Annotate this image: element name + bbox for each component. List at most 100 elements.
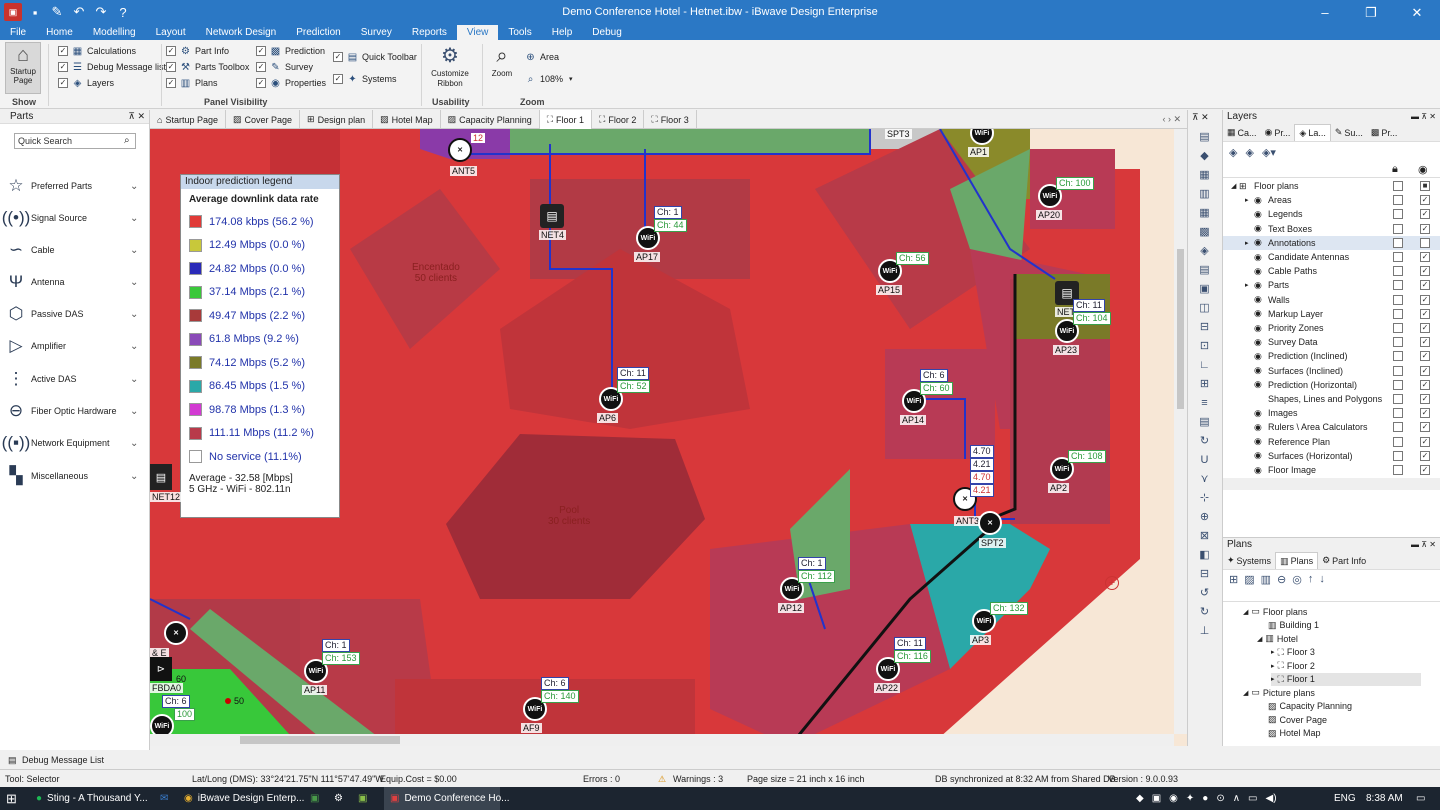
layer-row[interactable]: ◉ Prediction (Inclined) ✓ [1223, 349, 1440, 363]
toolbar-tool-icon[interactable]: ◧ [1197, 548, 1213, 562]
layer-visible-checkbox[interactable]: ✓ [1420, 252, 1430, 262]
layer-lock-checkbox[interactable] [1393, 280, 1403, 291]
toolbar-tool-icon[interactable]: ⊞ [1197, 377, 1213, 391]
restore-icon[interactable]: ❐ [1348, 0, 1394, 25]
taskbar-app-icon[interactable]: ▣ [352, 787, 373, 810]
layer-row[interactable]: ▸ ◉ Areas ✓ [1223, 193, 1440, 207]
layer-lock-checkbox[interactable] [1393, 450, 1403, 461]
tab-cover-page[interactable]: ▨ Cover Page [226, 110, 301, 129]
tab-hotel-map[interactable]: ▨ Hotel Map [373, 110, 441, 129]
plan-tree-item[interactable]: ▸ ⛶ Floor 2 [1271, 659, 1315, 673]
expand-icon[interactable]: ◢ [1243, 689, 1248, 697]
customize-ribbon-button[interactable]: ⚙ Customize Ribbon [428, 43, 472, 89]
menu-debug[interactable]: Debug [582, 25, 631, 40]
settings-icon[interactable]: ◎ [1292, 573, 1302, 586]
toolbar-tool-icon[interactable]: ▦ [1197, 168, 1213, 182]
parts-category-preferred[interactable]: ☆ Preferred Parts ⌄ [4, 173, 144, 199]
minimize-icon[interactable]: – [1302, 0, 1348, 25]
tab-startup-page[interactable]: ⌂ Startup Page [150, 110, 226, 129]
plan-tree-item[interactable]: ▸ ⛶ Floor 3 [1271, 646, 1315, 660]
pin-icon[interactable]: ⊼ ✕ [128, 111, 145, 122]
system-tray[interactable]: ◆ ▣ ◉ ✦ ● ⊙ ∧ ▭ ◀) [1130, 787, 1283, 810]
tab-design-plan[interactable]: ⊞ Design plan [300, 110, 374, 129]
toolbar-tool-icon[interactable]: ⊠ [1197, 529, 1213, 543]
layer-visible-checkbox[interactable]: ✓ [1420, 379, 1430, 390]
tab-survey[interactable]: ✎ Su... [1331, 124, 1367, 141]
toggle-quick-toolbar[interactable]: ✓ ▤ Quick Toolbar [333, 49, 417, 65]
layer-visible-checkbox[interactable]: ✓ [1420, 195, 1430, 206]
layer-visible-checkbox[interactable]: ✓ [1420, 280, 1430, 291]
toolbar-tool-icon[interactable]: ↻ [1197, 605, 1213, 619]
toolbar-tool-icon[interactable]: ⊡ [1197, 339, 1213, 353]
menu-reports[interactable]: Reports [402, 25, 457, 40]
toolbar-tool-icon[interactable]: ◈ [1197, 244, 1213, 258]
taskbar-outlook-icon[interactable]: ✉ [154, 787, 174, 810]
layer-lock-checkbox[interactable] [1393, 195, 1403, 206]
layer-visible-checkbox[interactable]: ✓ [1420, 294, 1430, 305]
layer-visible-checkbox[interactable]: ✓ [1420, 450, 1430, 461]
taskbar-item-spotify[interactable]: ● Sting - A Thousand Y... [30, 787, 152, 810]
fbda-icon[interactable]: ⊳ [150, 657, 172, 681]
layer-visible-checkbox[interactable]: ✓ [1420, 351, 1430, 362]
debug-message-list[interactable]: ▤ Debug Message List [0, 752, 1440, 769]
toolbar-tool-icon[interactable]: ▣ [1197, 282, 1213, 296]
startup-page-button[interactable]: ⌂ Startup Page [5, 42, 41, 94]
parts-category-signal-source[interactable]: ((•)) Signal Source ⌄ [2, 205, 144, 231]
toolbar-tool-icon[interactable]: ⊥ [1197, 624, 1213, 638]
layer-row[interactable]: ◉ Prediction (Horizontal) ✓ [1223, 378, 1440, 392]
layer-row[interactable]: ◉ Text Boxes ✓ [1223, 222, 1440, 236]
plan-tree-item[interactable]: ▨ Capacity Planning [1265, 700, 1352, 714]
layer-row[interactable]: Shapes, Lines and Polygons ✓ [1223, 392, 1440, 406]
expand-icon[interactable]: ◢ [1257, 635, 1262, 643]
layer-lock-checkbox[interactable] [1393, 237, 1403, 248]
toolbar-tool-icon[interactable]: ▤ [1197, 263, 1213, 277]
windows-start-icon[interactable]: ⊞ [0, 787, 30, 810]
layer-row[interactable]: ◉ Images ✓ [1223, 406, 1440, 420]
tab-layers[interactable]: ◈ La... [1294, 124, 1331, 141]
tab-prediction[interactable]: ▩ Pr... [1367, 124, 1402, 141]
toolbar-tool-icon[interactable]: ⊟ [1197, 320, 1213, 334]
layer-row[interactable]: ◉ Surfaces (Horizontal) ✓ [1223, 449, 1440, 463]
antenna-icon[interactable]: ✕ [448, 138, 472, 162]
toolbar-tool-icon[interactable]: ∟ [1197, 358, 1213, 372]
vertical-scrollbar[interactable] [1174, 129, 1187, 734]
tab-scroll-close-icon[interactable]: ‹ › ✕ [1162, 110, 1187, 128]
plan-tree-item[interactable]: ◢ ▭ Floor plans [1243, 605, 1307, 619]
expand-icon[interactable]: ▸ [1245, 281, 1249, 289]
layer-visible-checkbox[interactable] [1420, 237, 1430, 248]
layer-lock-checkbox[interactable] [1393, 465, 1403, 475]
close-icon[interactable]: ✕ [1394, 0, 1440, 25]
tab-systems[interactable]: ✦ Systems [1223, 552, 1275, 569]
layer-row[interactable]: ◉ Markup Layer ✓ [1223, 307, 1440, 321]
layer-visible-checkbox[interactable]: ✓ [1420, 337, 1430, 348]
plan-tree-item[interactable]: ▥ Building 1 [1265, 619, 1319, 633]
menu-layout[interactable]: Layout [146, 25, 196, 40]
expand-icon[interactable]: ▸ [1271, 662, 1275, 670]
plan-tree-item[interactable]: ▨ Hotel Map [1265, 727, 1321, 741]
layer-lock-checkbox[interactable] [1393, 394, 1403, 404]
layer-row[interactable]: ◉ Rulers \ Area Calculators ✓ [1223, 420, 1440, 434]
menu-network-design[interactable]: Network Design [196, 25, 287, 40]
add-plan-icon[interactable]: ⊞ [1229, 573, 1238, 586]
layer-row[interactable]: ◉ Survey Data ✓ [1223, 335, 1440, 349]
toolbar-tool-icon[interactable]: ⊹ [1197, 491, 1213, 505]
zoom-button[interactable]: ⌕ Zoom [488, 43, 516, 78]
toolbar-tool-icon[interactable]: ↺ [1197, 586, 1213, 600]
layer-visible-checkbox[interactable]: ✓ [1420, 308, 1430, 319]
layers-stack-icon[interactable]: ◈ [1229, 146, 1237, 159]
menu-prediction[interactable]: Prediction [286, 25, 350, 40]
toggle-plans[interactable]: ✓ ▥ Plans [166, 75, 249, 91]
menu-survey[interactable]: Survey [351, 25, 402, 40]
plan-tree-item[interactable]: ▨ Cover Page [1265, 713, 1327, 727]
layer-row[interactable]: ◉ Reference Plan ✓ [1223, 435, 1440, 449]
layer-lock-checkbox[interactable] [1393, 252, 1403, 262]
toolbar-tool-icon[interactable]: ↻ [1197, 434, 1213, 448]
show-calculations[interactable]: ✓ ▦ Calculations [58, 43, 166, 59]
toolbar-tool-icon[interactable]: ▤ [1197, 415, 1213, 429]
panel-window-controls-icon[interactable]: ▬ ⊼ ✕ [1411, 538, 1436, 552]
taskbar-app-icon[interactable]: ⚙ [328, 787, 349, 810]
expand-icon[interactable]: ▸ [1245, 239, 1249, 247]
layer-visible-checkbox[interactable]: ✓ [1420, 465, 1430, 475]
layer-row[interactable]: ◉ Cable Paths ✓ [1223, 264, 1440, 278]
toolbar-tool-icon[interactable]: ◆ [1197, 149, 1213, 163]
